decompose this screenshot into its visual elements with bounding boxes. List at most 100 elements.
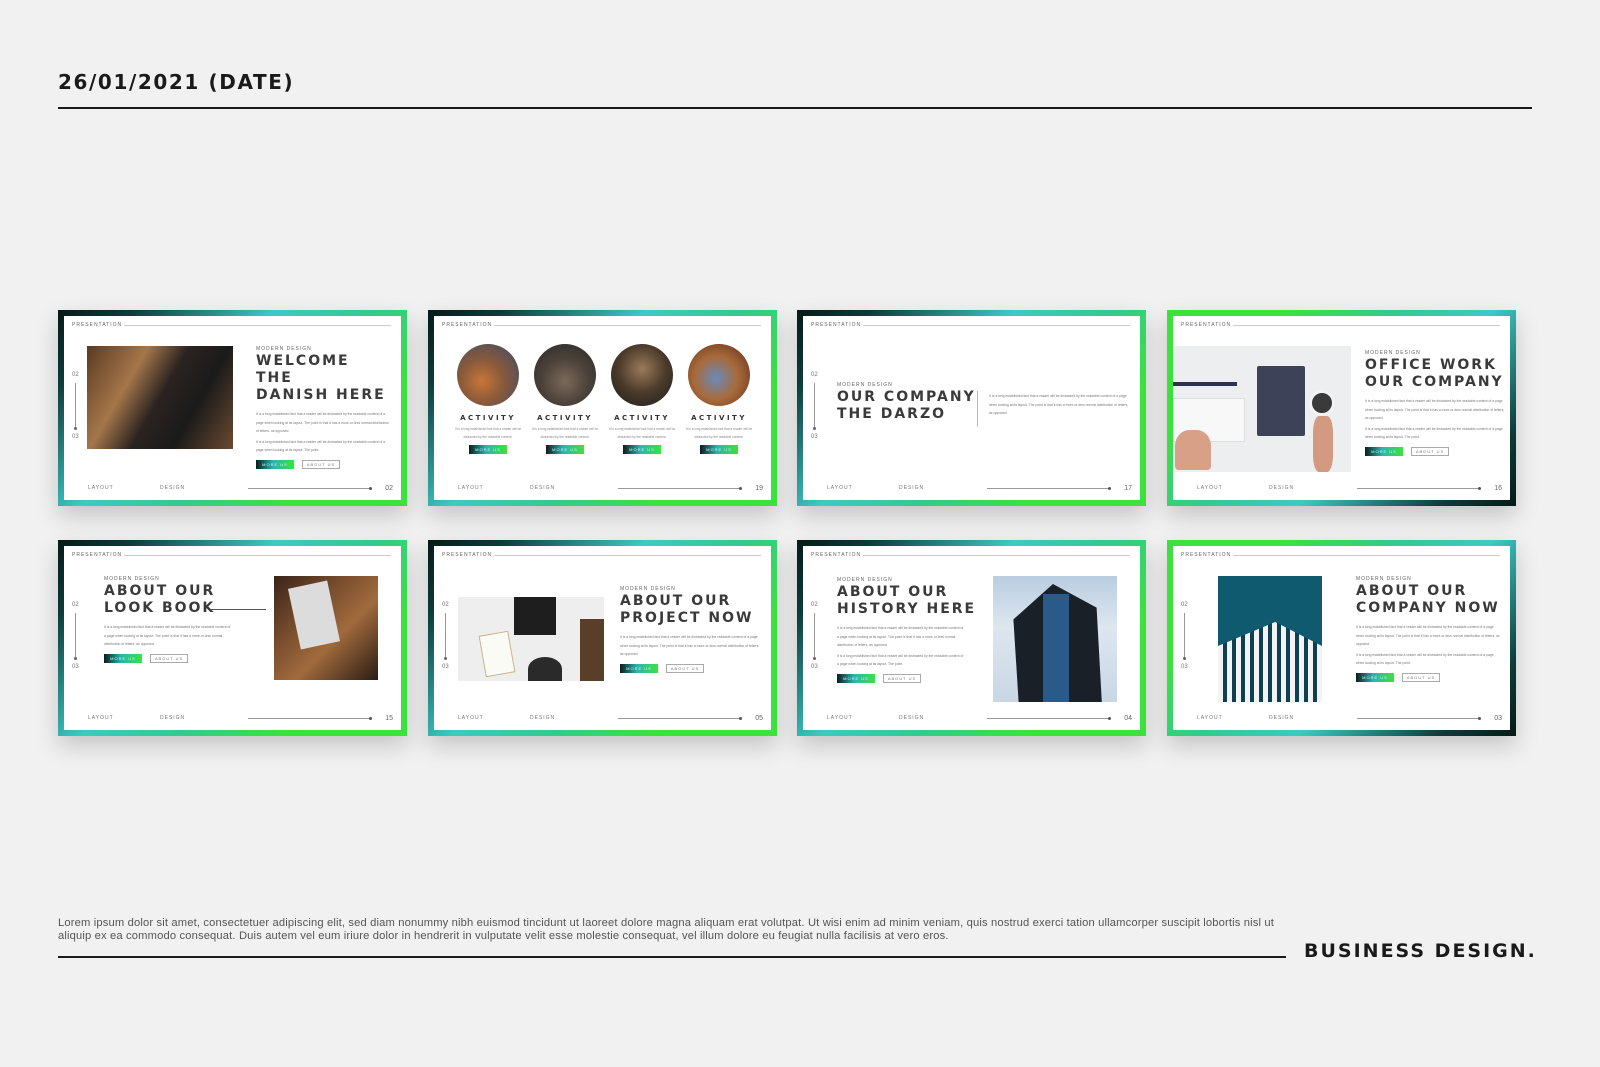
activity-paragraph: It is a long established fact that a rea… [608, 427, 676, 439]
slide-presentation-label: PRESENTATION [72, 552, 123, 558]
more-us-button[interactable]: MORE US [256, 459, 294, 469]
slide-step-from: 02 [72, 372, 79, 378]
slide-presentation-label: PRESENTATION [442, 552, 493, 558]
slide-bottom-rule [618, 487, 742, 490]
slide-step-from: 02 [1181, 602, 1188, 608]
slide-title-line1: ABOUT OUR [1356, 583, 1468, 599]
slide-step-to: 03 [811, 664, 818, 670]
slide-thumbnail-activity[interactable]: PRESENTATION ACTIVITY It is a long estab… [428, 310, 777, 506]
activity-column: ACTIVITY It is a long established fact t… [529, 414, 601, 454]
slide-page-number: 05 [755, 715, 763, 722]
about-us-button[interactable]: ABOUT US [1411, 446, 1449, 456]
slide-step-arrow [74, 613, 77, 660]
about-us-button[interactable]: ABOUT US [1402, 672, 1440, 682]
slide-thumbnail-office-work[interactable]: PRESENTATION MODERN DESIGN OFFICE WORK O… [1167, 310, 1516, 506]
slide-layout-label: LAYOUT [827, 715, 853, 721]
slide-subtitle: MODERN DESIGN [837, 577, 893, 583]
slide-presentation-label: PRESENTATION [442, 322, 493, 328]
more-us-button[interactable]: MORE US [623, 445, 661, 454]
about-us-button[interactable]: ABOUT US [666, 663, 704, 673]
activity-paragraph: It is a long established fact that a rea… [531, 427, 599, 439]
slide-design-label: DESIGN [899, 715, 925, 721]
slide-presentation-label: PRESENTATION [811, 552, 862, 558]
slide-step-to: 03 [1181, 664, 1188, 670]
slide-thumbnail-history[interactable]: PRESENTATION 02 03 MODERN DESIGN ABOUT O… [797, 540, 1146, 736]
slide-bottom-rule [987, 487, 1111, 490]
slide-top-rule [494, 325, 761, 326]
slide-paragraph: It is a long established fact that a rea… [1365, 399, 1505, 420]
slide-pointer-arrow [210, 609, 266, 610]
more-us-button[interactable]: MORE US [1365, 446, 1403, 456]
slide-subtitle: MODERN DESIGN [837, 382, 893, 388]
slide-title-line2: OUR COMPANY [1365, 374, 1504, 390]
slide-thumbnail-look-book[interactable]: PRESENTATION 02 03 MODERN DESIGN ABOUT O… [58, 540, 407, 736]
slide-paragraph: It is a long established fact that a rea… [989, 394, 1129, 415]
slide-step-arrow [813, 383, 816, 430]
slide-page-number: 02 [385, 485, 393, 492]
slide-thumbnail-our-company[interactable]: PRESENTATION 02 03 MODERN DESIGN OUR COM… [797, 310, 1146, 506]
activity-title: ACTIVITY [691, 414, 747, 422]
slide-layout-label: LAYOUT [1197, 715, 1223, 721]
man-reading-book-photo [87, 346, 233, 449]
slide-bottom-rule [248, 717, 372, 720]
slide-title-line1: ABOUT OUR [837, 584, 949, 600]
more-us-button[interactable]: MORE US [620, 663, 658, 673]
slide-design-label: DESIGN [530, 715, 556, 721]
about-us-button[interactable]: ABOUT US [883, 673, 921, 683]
slide-text-block: MODERN DESIGN OFFICE WORK OUR COMPANY It… [1365, 350, 1505, 456]
activity-column: ACTIVITY It is a long established fact t… [683, 414, 755, 454]
team-meeting-photo [534, 344, 596, 406]
slide-step-to: 03 [442, 664, 449, 670]
more-us-button[interactable]: MORE US [700, 445, 738, 454]
slide-step-to: 03 [72, 664, 79, 670]
more-us-button[interactable]: MORE US [104, 653, 142, 663]
slide-step-to: 03 [811, 434, 818, 440]
slide-top-rule [1233, 325, 1500, 326]
slide-thumbnail-company-now[interactable]: PRESENTATION 02 03 MODERN DESIGN ABOUT O… [1167, 540, 1516, 736]
slide-top-rule [124, 555, 391, 556]
about-us-button[interactable]: ABOUT US [150, 653, 188, 663]
slide-paragraph: It is a long established fact that a rea… [1365, 426, 1503, 440]
slide-text-block: MODERN DESIGN ABOUT OUR LOOK BOOK It is … [104, 576, 264, 663]
desk-notebook-coffee-photo [1173, 346, 1351, 472]
women-laptop-photo [611, 344, 673, 406]
slide-text-block: MODERN DESIGN WELCOME THE DANISH HERE It… [256, 346, 391, 469]
activity-title: ACTIVITY [537, 414, 593, 422]
glass-tower-photo [993, 576, 1117, 702]
slide-presentation-label: PRESENTATION [1181, 552, 1232, 558]
slide-paragraph: It is a long established fact that a rea… [1356, 625, 1500, 646]
more-us-button[interactable]: MORE US [837, 673, 875, 683]
slide-design-label: DESIGN [530, 485, 556, 491]
more-us-button[interactable]: MORE US [469, 445, 507, 454]
slide-layout-label: LAYOUT [88, 715, 114, 721]
slide-vertical-divider [977, 391, 978, 427]
footer-description: Lorem ipsum dolor sit amet, consectetuer… [58, 917, 1275, 942]
slide-layout-label: LAYOUT [88, 485, 114, 491]
slide-step-arrow [74, 383, 77, 430]
slide-top-rule [863, 555, 1130, 556]
slide-subtitle: MODERN DESIGN [1356, 576, 1412, 582]
slide-design-label: DESIGN [1269, 485, 1295, 491]
slide-step-from: 02 [811, 372, 818, 378]
slide-bottom-rule [248, 487, 372, 490]
slide-subtitle: MODERN DESIGN [620, 586, 676, 592]
slide-step-from: 02 [72, 602, 79, 608]
more-us-button[interactable]: MORE US [546, 445, 584, 454]
slide-text-block: It is a long established fact that a rea… [989, 392, 1129, 418]
slide-thumbnail-project[interactable]: PRESENTATION 02 03 MODERN DESIGN ABOUT O… [428, 540, 777, 736]
slide-step-arrow [813, 613, 816, 660]
slide-step-to: 03 [72, 434, 79, 440]
about-us-button[interactable]: ABOUT US [302, 459, 340, 469]
slide-paragraph: It is a long established fact that a rea… [104, 625, 231, 646]
activity-title: ACTIVITY [614, 414, 670, 422]
slide-page-number: 03 [1494, 715, 1502, 722]
slide-title-line2: COMPANY NOW [1356, 600, 1500, 616]
slide-title-line2: THE DARZO [837, 406, 946, 422]
slide-presentation-label: PRESENTATION [1181, 322, 1232, 328]
more-us-button[interactable]: MORE US [1356, 672, 1394, 682]
slide-paragraph: It is a long established fact that a rea… [620, 635, 760, 656]
brand-name: BUSINESS DESIGN. [1304, 940, 1537, 962]
slide-top-rule [863, 325, 1130, 326]
slide-thumbnail-welcome[interactable]: PRESENTATION 02 03 MODERN DESIGN WELCOME… [58, 310, 407, 506]
slide-step-arrow [1183, 613, 1186, 660]
